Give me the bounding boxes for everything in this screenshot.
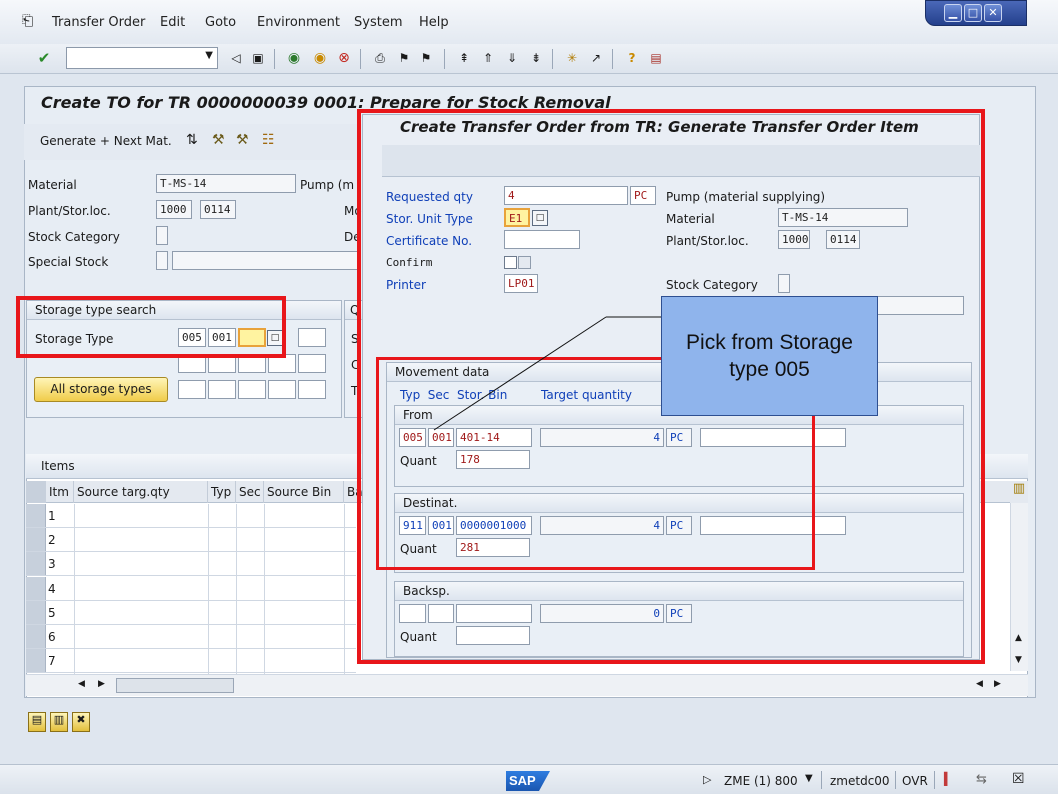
status-system: ZME (1) 800 — [724, 774, 798, 788]
callout-pointer — [433, 316, 661, 431]
status-server: zmetdc00 — [830, 774, 890, 788]
lock-icon[interactable]: ☒ — [1012, 771, 1025, 787]
status-connection-icon: ⇆ — [976, 772, 987, 787]
status-play-icon[interactable]: ▷ — [703, 773, 711, 786]
sap-logo: SAP — [506, 771, 550, 791]
status-indicator-icon: ▍ — [944, 772, 954, 786]
callout-line-2: type 005 — [729, 358, 810, 381]
status-dropdown-icon[interactable]: ▼ — [805, 773, 813, 784]
status-bar: SAP ▷ ZME (1) 800 ▼ zmetdc00 OVR ▍ ⇆ ☒ — [0, 764, 1058, 794]
callout-box: Pick from Storage type 005 — [661, 296, 878, 416]
status-mode: OVR — [902, 774, 928, 788]
callout-line-1: Pick from Storage — [686, 331, 853, 354]
